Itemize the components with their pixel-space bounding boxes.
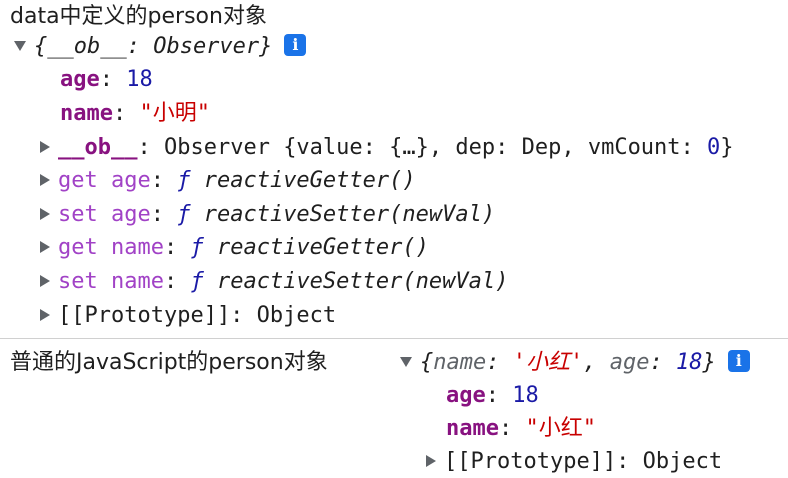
prop-row-ob[interactable]: __ob__: Observer {value: {…}, dep: Dep, … bbox=[40, 131, 734, 164]
expand-triangle-icon[interactable] bbox=[40, 308, 50, 321]
accessor-row-get-name[interactable]: get name: ƒ reactiveGetter() bbox=[40, 231, 429, 264]
function-icon: ƒ bbox=[177, 168, 191, 193]
prop-key: age bbox=[446, 383, 486, 408]
expand-triangle-icon[interactable] bbox=[40, 240, 50, 253]
accessor-label: set age bbox=[58, 202, 151, 227]
summary-val-name: '小红' bbox=[512, 350, 584, 375]
object-summary-plain[interactable]: {name: '小红', age: 18} i bbox=[400, 346, 750, 379]
prototype-label: [[Prototype]]: Object bbox=[58, 303, 337, 328]
prop-key: age bbox=[60, 67, 100, 92]
prop-row-age: age: 18 bbox=[446, 383, 539, 408]
prop-key: name bbox=[446, 416, 499, 441]
expand-triangle-icon[interactable] bbox=[40, 207, 50, 220]
summary-val-age: 18 bbox=[675, 350, 703, 375]
function-icon: ƒ bbox=[190, 235, 204, 260]
prop-row-age: age: 18 bbox=[60, 67, 153, 92]
prop-row-name: name: "小红" bbox=[446, 416, 596, 441]
expand-triangle-icon[interactable] bbox=[400, 356, 412, 367]
function-icon: ƒ bbox=[190, 269, 204, 294]
accessor-row-set-age[interactable]: set age: ƒ reactiveSetter(newVal) bbox=[40, 198, 495, 231]
prototype-row[interactable]: [[Prototype]]: Object bbox=[426, 445, 722, 478]
expand-triangle-icon[interactable] bbox=[40, 274, 50, 287]
summary-close: } bbox=[702, 350, 716, 375]
expand-triangle-icon[interactable] bbox=[426, 454, 436, 467]
log-label-plain-person: 普通的JavaScript的person对象 bbox=[10, 350, 328, 375]
summary-key-age: age bbox=[609, 350, 650, 375]
console-divider bbox=[0, 338, 788, 339]
function-signature: reactiveSetter(newVal) bbox=[203, 202, 496, 227]
prop-value-tail: } bbox=[720, 135, 734, 160]
prop-key: __ob__ bbox=[58, 135, 138, 160]
accessor-row-set-name[interactable]: set name: ƒ reactiveSetter(newVal) bbox=[40, 265, 508, 298]
accessor-row-get-age[interactable]: get age: ƒ reactiveGetter() bbox=[40, 164, 416, 197]
info-icon[interactable]: i bbox=[284, 34, 307, 56]
expand-triangle-icon[interactable] bbox=[14, 40, 26, 51]
prototype-row[interactable]: [[Prototype]]: Object bbox=[40, 299, 336, 332]
prop-row-name: name: "小明" bbox=[60, 101, 210, 126]
object-summary-text: {__ob__: Observer} bbox=[34, 34, 273, 59]
prop-key: name bbox=[60, 101, 113, 126]
prop-value: "小红" bbox=[525, 416, 596, 441]
log-label-data-person: data中定义的person对象 bbox=[10, 4, 267, 29]
prop-value-head: Observer {value: {…}, dep: Dep, vmCount: bbox=[163, 135, 708, 160]
summary-key-name: name bbox=[433, 350, 487, 375]
function-icon: ƒ bbox=[177, 202, 191, 227]
function-signature: reactiveGetter() bbox=[203, 168, 416, 193]
expand-triangle-icon[interactable] bbox=[40, 140, 50, 153]
summary-open: { bbox=[420, 350, 434, 375]
object-summary-observer[interactable]: {__ob__: Observer} i bbox=[14, 30, 307, 63]
prop-value: 18 bbox=[126, 67, 153, 92]
prop-value: "小明" bbox=[139, 101, 210, 126]
accessor-label: set name bbox=[58, 269, 164, 294]
expand-triangle-icon[interactable] bbox=[40, 173, 50, 186]
function-signature: reactiveSetter(newVal) bbox=[216, 269, 509, 294]
function-signature: reactiveGetter() bbox=[216, 235, 429, 260]
accessor-label: get name bbox=[58, 235, 164, 260]
prop-value: 18 bbox=[512, 383, 539, 408]
prototype-label: [[Prototype]]: Object bbox=[444, 449, 723, 474]
prop-value-num: 0 bbox=[707, 135, 721, 160]
info-icon[interactable]: i bbox=[727, 350, 750, 372]
accessor-label: get age bbox=[58, 168, 151, 193]
